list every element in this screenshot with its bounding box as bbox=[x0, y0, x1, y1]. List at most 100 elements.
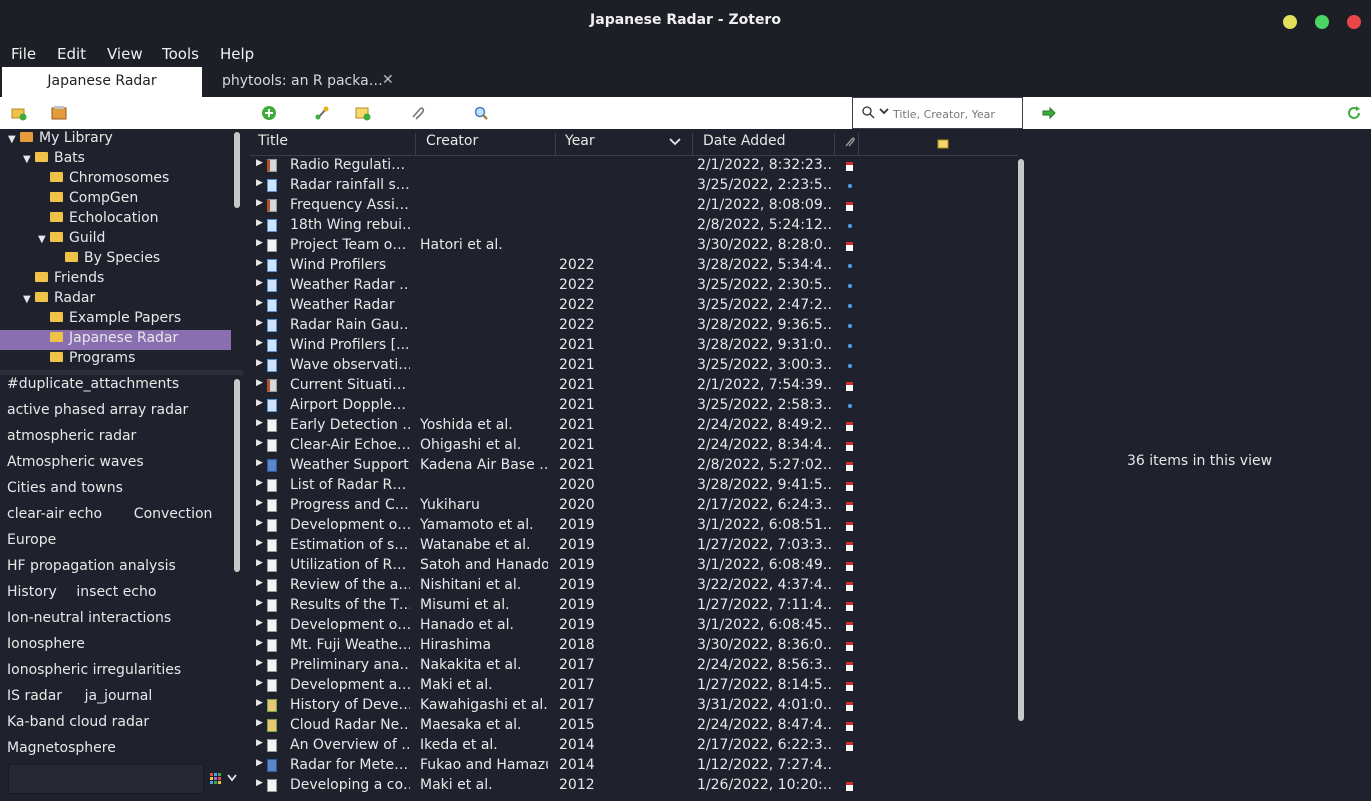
minimize-button[interactable] bbox=[1283, 15, 1297, 29]
item-row[interactable]: ▶ Progress and C… Yukiharu 2020 2/17/2022, 6… bbox=[250, 496, 1018, 516]
tag-item[interactable]: Convection bbox=[134, 506, 213, 522]
expand-icon[interactable]: ▶ bbox=[256, 438, 263, 448]
chevron-down-icon[interactable]: ▼ bbox=[38, 234, 48, 245]
pdf-attachment-icon[interactable] bbox=[846, 662, 853, 671]
pdf-attachment-icon[interactable] bbox=[846, 382, 853, 391]
tag-item[interactable]: Ionospheric irregularities bbox=[7, 662, 181, 678]
collection-item[interactable]: Friends bbox=[0, 270, 231, 290]
expand-icon[interactable]: ▶ bbox=[256, 238, 263, 248]
item-row[interactable]: ▶ Airport Dopple… 2021 3/25/2022, 2:58:3… bbox=[250, 396, 1018, 416]
expand-icon[interactable]: ▶ bbox=[256, 518, 263, 528]
maximize-button[interactable] bbox=[1315, 15, 1329, 29]
pdf-attachment-icon[interactable] bbox=[846, 602, 853, 611]
expand-icon[interactable]: ▶ bbox=[256, 678, 263, 688]
column-date-added[interactable]: Date Added bbox=[695, 133, 835, 155]
menu-view[interactable]: View bbox=[107, 45, 143, 63]
tag-scrollbar[interactable] bbox=[234, 379, 240, 572]
link-attachment-icon[interactable] bbox=[848, 344, 852, 348]
link-attachment-icon[interactable] bbox=[848, 264, 852, 268]
expand-icon[interactable]: ▶ bbox=[256, 418, 263, 428]
link-attachment-icon[interactable] bbox=[848, 224, 852, 228]
expand-icon[interactable]: ▶ bbox=[256, 298, 263, 308]
expand-icon[interactable]: ▶ bbox=[256, 398, 263, 408]
item-row[interactable]: ▶ Current Situati… 2021 2/1/2022, 7:54:39… bbox=[250, 376, 1018, 396]
expand-icon[interactable]: ▶ bbox=[256, 578, 263, 588]
tag-item[interactable]: Magnetosphere bbox=[7, 740, 116, 756]
expand-icon[interactable]: ▶ bbox=[256, 378, 263, 388]
expand-icon[interactable]: ▶ bbox=[256, 658, 263, 668]
link-attachment-icon[interactable] bbox=[848, 284, 852, 288]
pdf-attachment-icon[interactable] bbox=[846, 162, 853, 171]
pdf-attachment-icon[interactable] bbox=[846, 702, 853, 711]
items-scrollbar[interactable] bbox=[1018, 159, 1024, 721]
pdf-attachment-icon[interactable] bbox=[846, 482, 853, 491]
item-row[interactable]: ▶ An Overview of … Ikeda et al. 2014 2/17/20… bbox=[250, 736, 1018, 756]
column-year[interactable]: Year bbox=[557, 133, 693, 155]
item-row[interactable]: ▶ Weather Radar … 2022 3/25/2022, 2:30:5… bbox=[250, 276, 1018, 296]
column-creator[interactable]: Creator bbox=[418, 133, 556, 155]
chevron-down-icon[interactable]: ▼ bbox=[8, 134, 18, 145]
item-row[interactable]: ▶ Early Detection … Yoshida et al. 2021 2/24… bbox=[250, 416, 1018, 436]
tag-item[interactable]: Ion-neutral interactions bbox=[7, 610, 171, 626]
column-title[interactable]: Title bbox=[250, 133, 416, 155]
item-row[interactable]: ▶ Development o… Yamamoto et al. 2019 3/1/20… bbox=[250, 516, 1018, 536]
expand-icon[interactable]: ▶ bbox=[256, 458, 263, 468]
item-row[interactable]: ▶ Estimation of s… Watanabe et al. 2019 1/27… bbox=[250, 536, 1018, 556]
item-row[interactable]: ▶ Wave observati… 2021 3/25/2022, 3:00:3… bbox=[250, 356, 1018, 376]
expand-icon[interactable]: ▶ bbox=[256, 718, 263, 728]
item-row[interactable]: ▶ Radar rainfall s… 3/25/2022, 2:23:5… bbox=[250, 176, 1018, 196]
item-row[interactable]: ▶ History of Deve… Kawahigashi et al. 2017 3… bbox=[250, 696, 1018, 716]
search-icon[interactable] bbox=[861, 105, 875, 123]
pdf-attachment-icon[interactable] bbox=[846, 622, 853, 631]
tag-item[interactable]: Atmospheric waves bbox=[7, 454, 144, 470]
pdf-attachment-icon[interactable] bbox=[846, 422, 853, 431]
pdf-attachment-icon[interactable] bbox=[846, 642, 853, 651]
collection-item[interactable]: Echolocation bbox=[0, 210, 231, 230]
new-note-icon[interactable] bbox=[355, 105, 371, 121]
new-collection-icon[interactable] bbox=[11, 105, 27, 121]
new-item-icon[interactable] bbox=[261, 105, 277, 121]
item-row[interactable]: ▶ Utilization of R… Satoh and Hanado 2019 3/… bbox=[250, 556, 1018, 576]
chevron-down-icon[interactable] bbox=[878, 104, 890, 122]
item-row[interactable]: ▶ Project Team o… Hatori et al. 3/30/2022, … bbox=[250, 236, 1018, 256]
item-row[interactable]: ▶ Radio Regulati… 2/1/2022, 8:32:23… bbox=[250, 156, 1018, 176]
expand-icon[interactable]: ▶ bbox=[256, 698, 263, 708]
collection-item[interactable]: By Species bbox=[0, 250, 231, 270]
column-notes[interactable] bbox=[860, 133, 1018, 155]
collection-item[interactable]: Programs bbox=[0, 350, 231, 370]
menu-file[interactable]: File bbox=[11, 45, 36, 63]
link-attachment-icon[interactable] bbox=[848, 364, 852, 368]
advanced-search-icon[interactable] bbox=[473, 105, 489, 121]
item-row[interactable]: ▶ Results of the T… Misumi et al. 2019 1/27/… bbox=[250, 596, 1018, 616]
menu-help[interactable]: Help bbox=[220, 45, 254, 63]
expand-icon[interactable]: ▶ bbox=[256, 198, 263, 208]
close-icon[interactable]: ✕ bbox=[382, 72, 394, 88]
expand-icon[interactable]: ▶ bbox=[256, 478, 263, 488]
column-attachments[interactable] bbox=[837, 133, 859, 155]
pdf-attachment-icon[interactable] bbox=[846, 242, 853, 251]
expand-icon[interactable]: ▶ bbox=[256, 158, 263, 168]
tag-item[interactable]: clear-air echo bbox=[7, 506, 102, 522]
expand-icon[interactable]: ▶ bbox=[256, 338, 263, 348]
tag-item[interactable]: Ka-band cloud radar bbox=[7, 714, 149, 730]
collection-item[interactable]: ▼ My Library bbox=[0, 130, 231, 150]
item-row[interactable]: ▶ Review of the a… Nishitani et al. 2019 3/2… bbox=[250, 576, 1018, 596]
pdf-attachment-icon[interactable] bbox=[846, 782, 853, 791]
expand-icon[interactable]: ▶ bbox=[256, 278, 263, 288]
pdf-attachment-icon[interactable] bbox=[846, 582, 853, 591]
item-row[interactable]: ▶ List of Radar R… 2020 3/28/2022, 9:41:5… bbox=[250, 476, 1018, 496]
expand-icon[interactable]: ▶ bbox=[256, 738, 263, 748]
item-row[interactable]: ▶ Radar for Mete… Fukao and Hamazu 2014 1/12… bbox=[250, 756, 1018, 776]
search-input[interactable] bbox=[893, 105, 1021, 123]
item-row[interactable]: ▶ Wind Profilers [... 2021 3/28/2022, 9:31:… bbox=[250, 336, 1018, 356]
tag-item[interactable]: Europe bbox=[7, 532, 56, 548]
expand-icon[interactable]: ▶ bbox=[256, 558, 263, 568]
pdf-attachment-icon[interactable] bbox=[846, 722, 853, 731]
pdf-attachment-icon[interactable] bbox=[846, 462, 853, 471]
tag-item[interactable]: atmospheric radar bbox=[7, 428, 136, 444]
tag-item[interactable]: ja_journal bbox=[85, 688, 153, 704]
item-row[interactable]: ▶ Development a… Maki et al. 2017 1/27/2022,… bbox=[250, 676, 1018, 696]
collection-item[interactable]: Japanese Radar bbox=[0, 330, 231, 350]
pdf-attachment-icon[interactable] bbox=[846, 442, 853, 451]
item-row[interactable]: ▶ Radar Rain Gau… 2022 3/28/2022, 9:36:5… bbox=[250, 316, 1018, 336]
